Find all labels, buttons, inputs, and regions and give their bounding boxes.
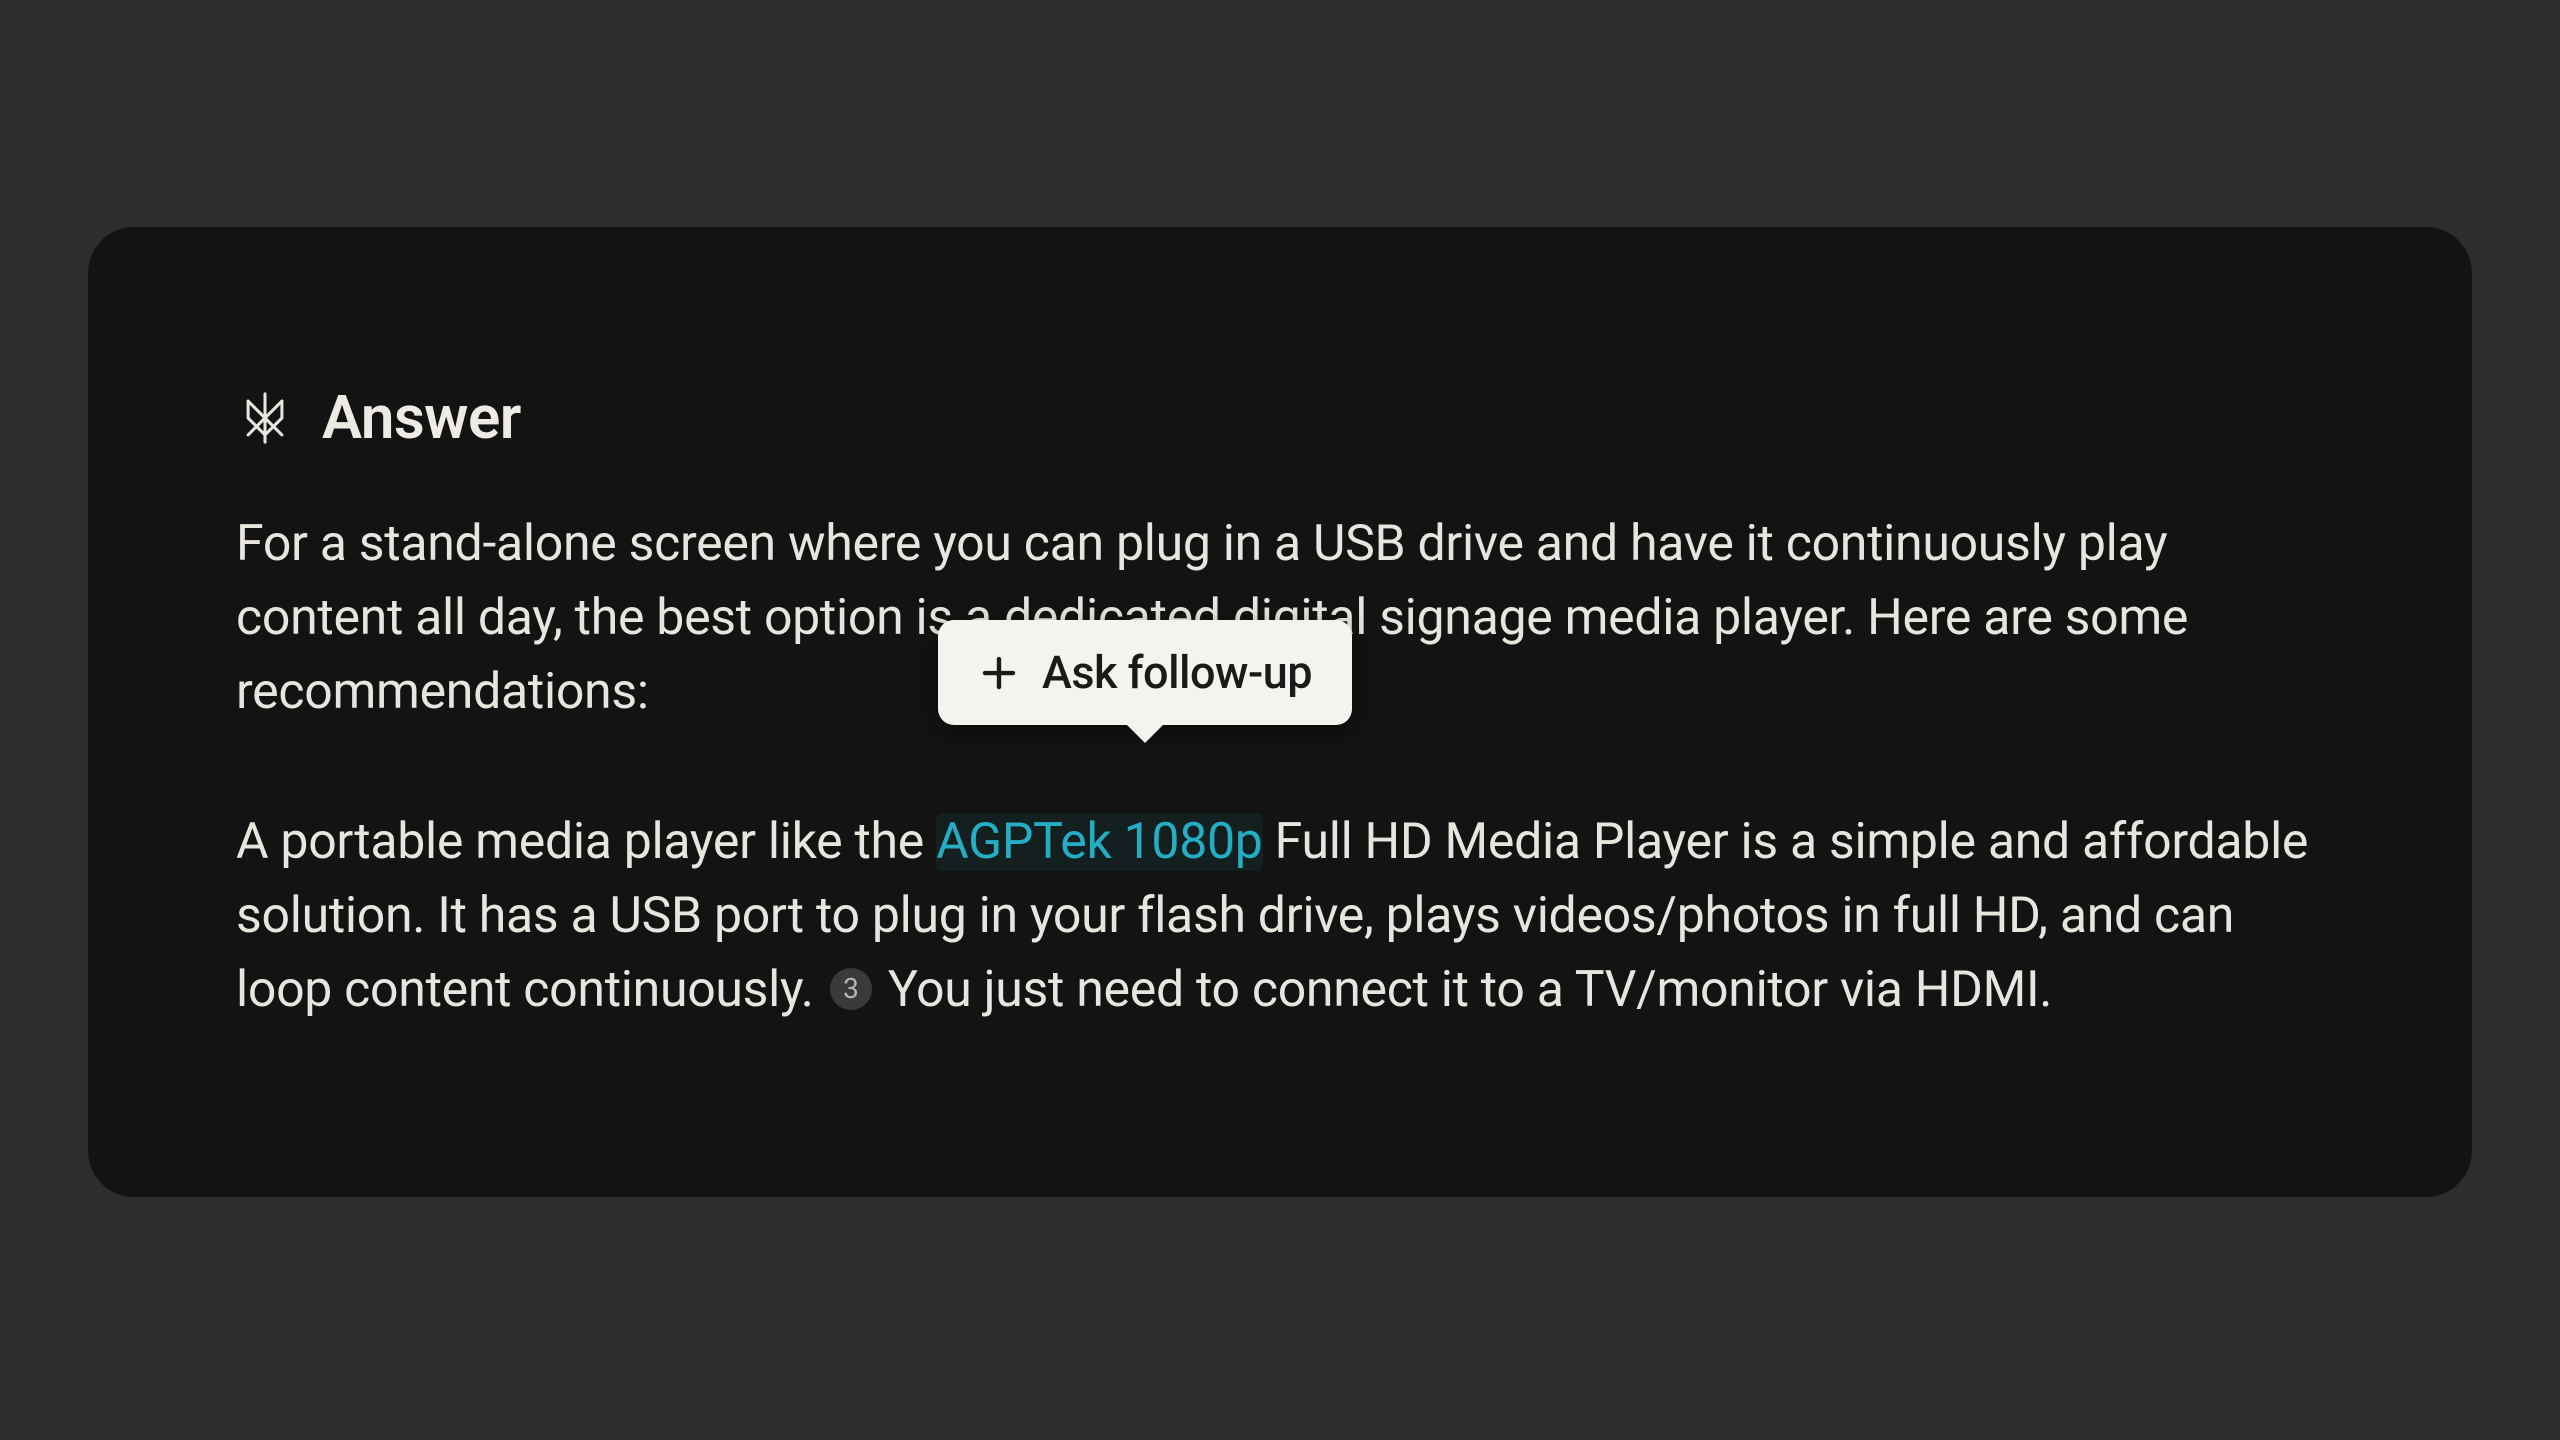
citation-badge[interactable]: 3 [830, 968, 872, 1010]
plus-icon [978, 652, 1020, 694]
perplexity-icon [236, 389, 294, 447]
ask-followup-popover[interactable]: Ask follow-up [938, 620, 1352, 725]
product-link-agptek[interactable]: AGPTek 1080p [936, 813, 1263, 871]
answer-paragraph-2: A portable media player like the AGPTek … [236, 805, 2324, 1027]
followup-label: Ask follow-up [1042, 646, 1312, 699]
answer-text-segment: You just need to connect it to a TV/moni… [876, 961, 2052, 1019]
answer-header: Answer [236, 382, 2324, 453]
answer-text-segment: A portable media player like the [236, 813, 936, 871]
answer-title: Answer [322, 382, 521, 453]
answer-body: For a stand-alone screen where you can p… [236, 507, 2324, 1027]
